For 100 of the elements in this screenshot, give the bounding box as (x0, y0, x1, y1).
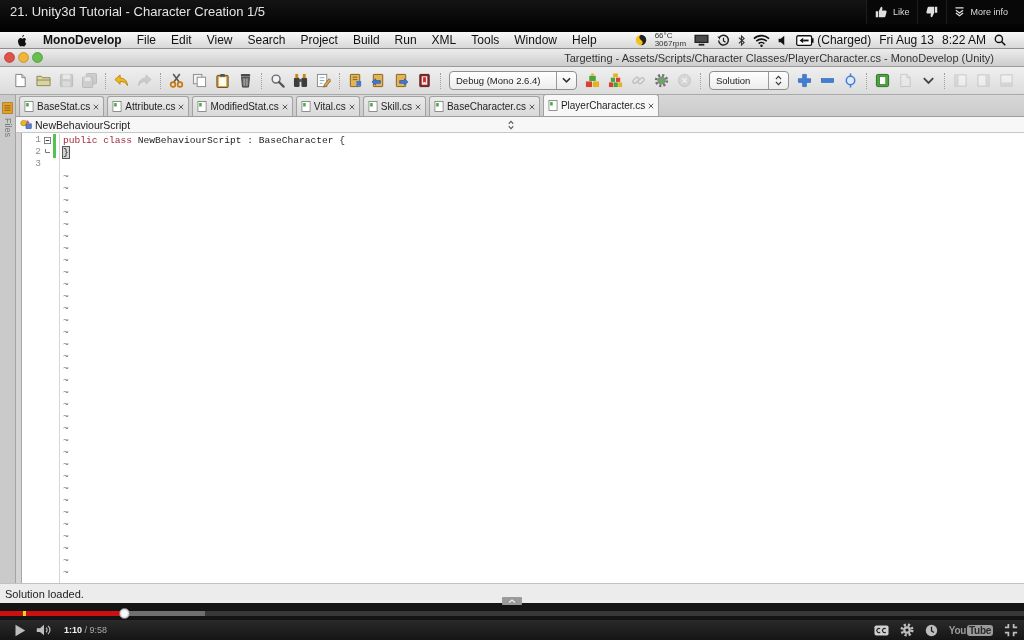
empty-line-marker: ~ (63, 458, 69, 470)
close-icon[interactable] (648, 102, 655, 109)
file-icon (300, 101, 311, 112)
search-icon[interactable] (994, 34, 1006, 46)
empty-line-marker: ~ (63, 398, 69, 410)
fan-speed-text: 3067rpm (654, 40, 687, 48)
empty-line-marker: ~ (63, 218, 69, 230)
menu-item[interactable]: XML (431, 32, 457, 48)
menu-item[interactable]: Tools (471, 32, 500, 48)
empty-line-marker: ~ (63, 494, 69, 506)
empty-line-marker: ~ (63, 362, 69, 374)
menu-item[interactable]: Run (394, 32, 417, 48)
new-file-icon[interactable] (13, 73, 28, 88)
file-tab[interactable]: Vital.cs (295, 96, 360, 116)
marker-icon (23, 611, 26, 616)
menu-item[interactable]: Search (247, 32, 286, 48)
menu-item[interactable]: Edit (171, 32, 192, 48)
video-title: 21. Unity3d Tutorial - Character Creation 1/5 (9, 3, 267, 21)
file-tab[interactable]: Attribute.cs (107, 96, 190, 116)
close-icon[interactable] (528, 103, 535, 110)
trash-can-icon[interactable] (238, 73, 253, 88)
copy-icon[interactable] (192, 73, 207, 88)
logo-text: You (948, 624, 967, 636)
empty-line-marker: ~ (63, 254, 69, 266)
empty-line-marker: ~ (63, 206, 69, 218)
empty-line-marker: ~ (63, 434, 69, 446)
empty-line-marker: ~ (63, 506, 69, 518)
double-chevron-down-icon (955, 7, 965, 17)
apple-icon[interactable] (16, 33, 28, 47)
code-text: NewBehaviourScript : BaseCharacter { (137, 134, 346, 146)
more-info-button[interactable]: More info (946, 0, 1016, 24)
empty-line-marker: ~ (63, 386, 69, 398)
window-title: Targetting - Assets/Scripts/Character Classes/PlayerCharacter.cs - MonoDevelop (Unity) (564, 51, 994, 64)
page-ribbon-icon[interactable] (417, 73, 432, 88)
empty-line-marker: ~ (63, 242, 69, 254)
close-icon[interactable] (414, 103, 421, 110)
fold-minus-icon[interactable] (44, 136, 51, 144)
battery-icon[interactable] (796, 34, 815, 46)
empty-line-marker: ~ (63, 230, 69, 242)
empty-line-marker: ~ (63, 518, 69, 530)
scissors-icon[interactable] (169, 73, 184, 88)
blocks-icon[interactable] (585, 73, 600, 88)
empty-line-marker: ~ (63, 350, 69, 362)
clipboard-icon[interactable] (215, 73, 230, 88)
like-button[interactable]: Like (865, 0, 918, 24)
menu-item[interactable]: Window (514, 32, 557, 48)
file-icon (197, 101, 208, 112)
app-menu[interactable]: MonoDevelop (43, 32, 122, 48)
file-tab[interactable]: ModifiedStat.cs (192, 96, 293, 116)
clock-arrow-icon[interactable] (717, 33, 731, 47)
clock-icon[interactable] (924, 623, 938, 637)
configuration-dropdown[interactable]: Debug (Mono 2.6.4) (449, 71, 577, 90)
progress-track[interactable] (0, 611, 1024, 616)
up-down-arrows-icon (508, 119, 514, 130)
close-icon[interactable] (348, 103, 355, 110)
empty-line-marker: ~ (63, 326, 69, 338)
file-tab[interactable]: PlayerCharacter.cs (542, 94, 660, 116)
half-circle-icon[interactable] (634, 34, 647, 46)
file-tab[interactable]: BaseStat.cs (19, 96, 105, 116)
captions-icon[interactable] (873, 624, 889, 636)
playback-time: 1:10 / 9:58 (64, 625, 108, 635)
bluetooth-icon[interactable] (738, 33, 746, 47)
page-pencil-icon[interactable] (316, 73, 331, 88)
window-close-icon[interactable] (4, 52, 15, 63)
file-icon (547, 100, 558, 111)
close-icon[interactable] (178, 103, 185, 110)
menu-item[interactable]: Project (300, 32, 338, 48)
binoculars-icon[interactable] (293, 73, 308, 88)
battery-status-text: (Charged) (817, 32, 872, 48)
menu-item[interactable]: Build (352, 32, 380, 48)
empty-line-marker: ~ (63, 182, 69, 194)
file-icon (24, 101, 34, 112)
line-number: 2 (34, 146, 42, 158)
exit-fullscreen-icon[interactable] (1004, 623, 1018, 637)
settings-icon[interactable] (899, 623, 914, 637)
speaker-icon[interactable] (36, 624, 52, 636)
progress-thumb[interactable] (118, 608, 130, 619)
file-icon (112, 101, 123, 112)
plus-icon[interactable] (797, 73, 812, 88)
wifi-icon[interactable] (753, 33, 771, 47)
empty-line-marker: ~ (63, 338, 69, 350)
close-icon[interactable] (281, 103, 288, 110)
menu-item[interactable]: View (206, 32, 233, 48)
connector-icon[interactable] (843, 73, 858, 88)
search-icon[interactable] (270, 73, 285, 88)
target-dropdown[interactable]: Solution (709, 71, 789, 90)
close-icon[interactable] (93, 103, 100, 110)
gear-icon[interactable] (654, 73, 669, 88)
page-bookmark-icon[interactable] (348, 73, 363, 88)
monitor-icon[interactable] (694, 34, 710, 46)
menu-item[interactable]: File (136, 32, 156, 48)
page-tile-icon[interactable] (875, 73, 890, 88)
file-tab[interactable]: BaseCharacter.cs (428, 96, 540, 116)
file-tab[interactable]: Skill.cs (362, 96, 426, 116)
code-text: } (63, 146, 69, 158)
thumbs-down-icon[interactable] (926, 6, 939, 18)
play-icon[interactable] (14, 623, 26, 637)
menu-item[interactable]: Help (572, 32, 597, 48)
empty-line-marker: ~ (63, 470, 69, 482)
blocks-stack-icon[interactable] (608, 73, 623, 88)
